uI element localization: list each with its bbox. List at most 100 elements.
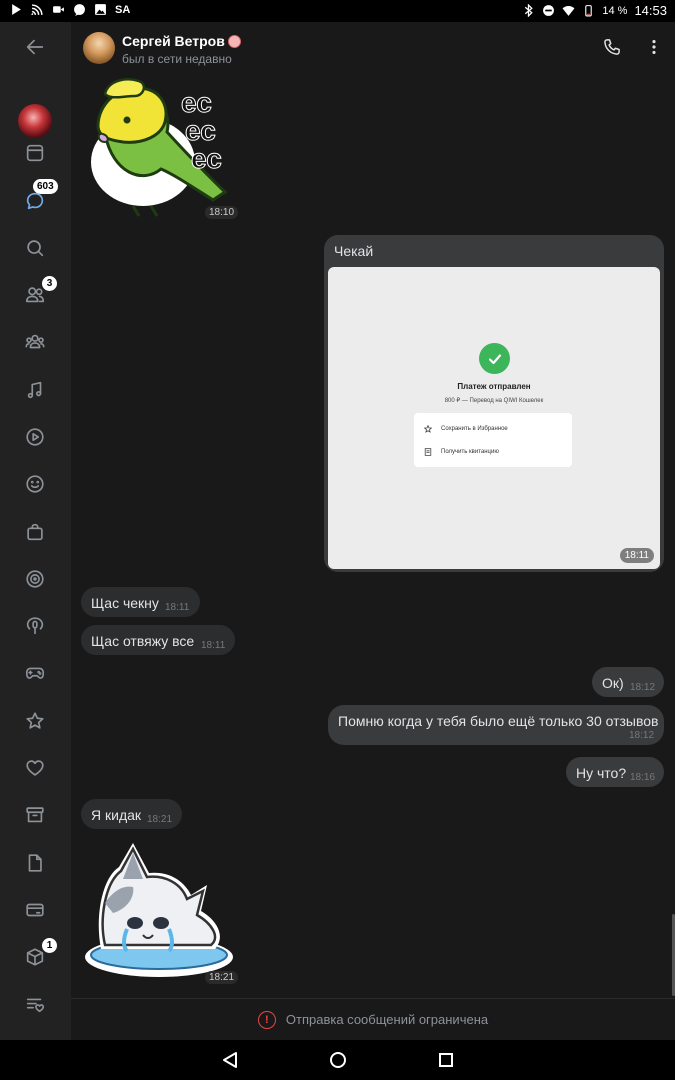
nav-back-button[interactable] <box>220 1050 240 1070</box>
sticker-crying-cat[interactable]: 18:21 <box>83 839 239 984</box>
rail-item-market[interactable] <box>20 517 50 547</box>
podcast-icon <box>26 617 44 635</box>
wishlist-icon <box>26 998 45 1013</box>
cast-icon <box>31 4 43 16</box>
rail-item-archive[interactable] <box>20 800 50 830</box>
chat-header: Сергей Ветров был в сети недавно <box>71 22 675 74</box>
rail-item-stickers[interactable] <box>20 469 50 499</box>
sticker-text-2: ес <box>185 115 216 146</box>
smile-icon <box>26 475 44 493</box>
message-out[interactable]: Ок) 18:12 <box>592 667 664 697</box>
rail-item-payments[interactable] <box>20 895 50 925</box>
rail-item-music[interactable] <box>20 375 50 405</box>
message-text: Помню когда у тебя было ещё только 30 от… <box>338 713 659 729</box>
message-time: 18:11 <box>165 602 190 613</box>
message-time: 18:21 <box>147 814 173 825</box>
target-icon <box>26 570 44 588</box>
rail-item-wishlist[interactable] <box>20 989 50 1019</box>
battery-percent: 14 % <box>602 4 628 17</box>
message-icon <box>74 4 85 16</box>
parrot-sticker-image: ес ес ес <box>91 78 228 217</box>
archive-icon <box>26 807 44 823</box>
rail-item-bookmarks[interactable] <box>20 706 50 736</box>
sticker-text-1: ес <box>181 87 212 118</box>
friends-badge: 3 <box>42 276 57 291</box>
alert-circle-icon: ! <box>257 1010 276 1029</box>
orders-badge: 1 <box>42 938 57 953</box>
image-icon <box>95 4 106 15</box>
nav-home-icon <box>330 1052 346 1068</box>
message-in[interactable]: Я кидак 18:21 <box>81 799 182 829</box>
message-out[interactable]: Ну что? 18:16 <box>566 757 664 787</box>
message-list[interactable]: ес ес ес 18:10 Чекай Платеж отправлен 80… <box>71 74 675 998</box>
bluetooth-icon <box>525 4 534 17</box>
more-vertical-icon <box>652 40 656 55</box>
payment-actions-card: Сохранить в Избранное Получить квитанцию <box>414 413 572 467</box>
message-time: 18:10 <box>205 206 239 219</box>
rail-item-orders[interactable]: 1 <box>20 938 57 972</box>
image-message[interactable]: Чекай Платеж отправлен 800 ₽ — Перевод н… <box>324 235 664 572</box>
heart-icon <box>26 760 44 776</box>
rail-item-search[interactable] <box>20 233 50 263</box>
nav-recents-icon <box>439 1053 453 1067</box>
rail-item-friends[interactable]: 3 <box>20 276 57 310</box>
rail-item-podcasts[interactable] <box>20 611 50 641</box>
sticker-parrot[interactable]: ес ес ес 18:10 <box>83 74 239 220</box>
music-icon <box>27 381 42 399</box>
payment-subtitle: 800 ₽ — Перевод на QIWI Кошелек <box>444 398 544 404</box>
rail-item-likes[interactable] <box>20 753 50 783</box>
receipt-icon <box>424 448 432 456</box>
dnd-icon <box>543 5 555 16</box>
search-icon <box>27 240 44 257</box>
system-nav-bar <box>0 1040 675 1080</box>
call-button[interactable] <box>599 34 625 60</box>
avatar[interactable] <box>18 104 52 138</box>
rail-item-documents[interactable] <box>20 848 50 878</box>
star-outline-icon <box>424 425 432 433</box>
nav-home-button[interactable] <box>328 1050 348 1070</box>
status-bar: SA 14 % 14:53 <box>0 0 675 22</box>
nav-recents-button[interactable] <box>436 1050 456 1070</box>
rail-item-messages[interactable]: 603 <box>20 179 58 216</box>
restriction-text: Отправка сообщений ограничена <box>285 1012 489 1027</box>
more-button[interactable] <box>641 34 667 60</box>
contact-name: Сергей Ветров <box>122 33 225 49</box>
rail-item-browser[interactable] <box>20 138 50 168</box>
rail-item-communities[interactable] <box>20 327 50 357</box>
rail-item-video[interactable] <box>20 422 50 452</box>
action-get-receipt: Получить квитанцию <box>424 448 499 456</box>
message-in[interactable]: Щас отвяжу все 18:11 <box>81 625 235 655</box>
communities-icon <box>25 334 45 349</box>
card-icon <box>26 903 44 917</box>
rail-item-games[interactable] <box>20 658 50 688</box>
left-rail: 603 3 1 <box>0 22 71 1040</box>
restriction-bar: ! Отправка сообщений ограничена <box>71 998 675 1040</box>
rail-item-services[interactable] <box>20 564 50 594</box>
phone-icon <box>604 39 620 55</box>
battery-icon <box>585 5 593 17</box>
message-out[interactable]: Помню когда у тебя было ещё только 30 от… <box>328 705 664 745</box>
success-check-icon <box>479 343 510 374</box>
shopping-bag-icon <box>27 523 43 541</box>
payment-title: Платеж отправлен <box>457 382 531 391</box>
contact-avatar[interactable] <box>83 32 115 64</box>
message-text: Я кидак <box>91 807 142 823</box>
action-label: Сохранить в Избранное <box>441 426 508 432</box>
message-in[interactable]: Щас чекну 18:11 <box>81 587 200 617</box>
action-label: Получить квитанцию <box>441 449 499 455</box>
wifi-icon <box>562 5 575 16</box>
crying-cat-sticker-image <box>85 843 233 977</box>
payment-screenshot[interactable]: Платеж отправлен 800 ₽ — Перевод на QIWI… <box>328 267 660 569</box>
back-arrow-icon <box>26 39 44 55</box>
message-text: Щас чекну <box>91 595 159 611</box>
contact-name-row[interactable]: Сергей Ветров <box>122 33 241 49</box>
back-button[interactable] <box>20 32 50 62</box>
message-time: 18:16 <box>630 772 656 783</box>
message-time: 18:21 <box>205 971 239 984</box>
contact-status: был в сети недавно <box>122 52 232 66</box>
image-caption: Чекай <box>334 243 374 259</box>
clock: 14:53 <box>634 3 667 18</box>
sticker-text-3: ес <box>191 143 222 174</box>
emoji-status-icon <box>227 35 241 48</box>
carrier-label: SA <box>115 3 131 16</box>
